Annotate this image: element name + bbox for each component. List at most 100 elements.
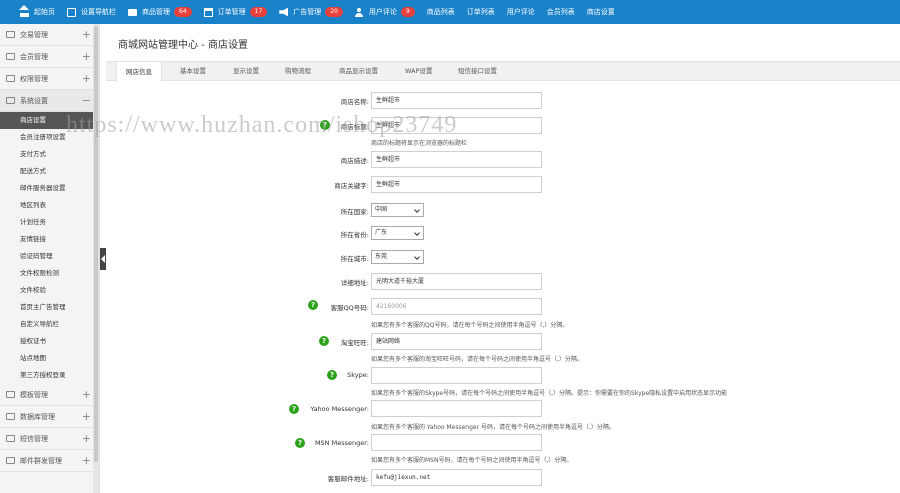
sidebar-group-templates[interactable]: 模板管理 + xyxy=(0,384,99,406)
sidebar-item-cron[interactable]: 计划任务 xyxy=(0,214,99,231)
nav-start-page[interactable]: 起始页 xyxy=(14,0,61,24)
help-icon[interactable]: ? xyxy=(289,404,299,414)
help-icon[interactable]: ? xyxy=(308,300,318,310)
sidebar-item-regions[interactable]: 地区列表 xyxy=(0,197,99,214)
main-content: 商城网站管理中心 - 商店设置 网店信息 基本设置 显示设置 购物流程 商品显示… xyxy=(106,24,900,493)
msn-hint: 如果您有多个客服的MSN号码，请在每个号码之间使用半角逗号（,）分隔。 xyxy=(371,457,573,464)
nav-ad-management[interactable]: 广告管理 20 xyxy=(273,0,349,24)
country-select[interactable]: 中国 xyxy=(371,203,424,217)
sidebar-item-mail-server[interactable]: 邮件服务器设置 xyxy=(0,180,99,197)
nav-goods-management[interactable]: 商品管理 64 xyxy=(122,0,198,24)
group-icon xyxy=(6,457,15,464)
sidebar-item-home-ads[interactable]: 首页主广告管理 xyxy=(0,299,99,316)
service-email-input[interactable]: kefu@jiexun.net xyxy=(371,469,542,486)
nav-label: 用户评论 xyxy=(506,8,535,16)
shop-desc-input[interactable]: 生鲜超市 xyxy=(371,151,542,168)
nav-user-comments-2[interactable]: 用户评论 xyxy=(501,0,541,24)
nav-order-list[interactable]: 订单列表 xyxy=(461,0,501,24)
skype-label: Skype: xyxy=(347,371,369,379)
help-icon[interactable]: ? xyxy=(327,370,337,380)
skype-input[interactable] xyxy=(371,367,542,384)
qq-input[interactable]: 42160006 xyxy=(371,298,542,315)
tab-basic-settings[interactable]: 基本设置 xyxy=(180,61,206,82)
tab-wap-settings[interactable]: WAP设置 xyxy=(405,61,432,82)
help-icon[interactable]: ? xyxy=(319,336,329,346)
sidebar-item-file-permissions[interactable]: 文件权限检测 xyxy=(0,265,99,282)
shop-keywords-input[interactable]: 生鲜超市 xyxy=(371,176,542,193)
home-icon xyxy=(19,4,29,17)
qq-hint: 如果您有多个客服的QQ号码，请在每个号码之间使用半角逗号（,）分隔。 xyxy=(371,322,569,329)
city-select[interactable]: 东莞 xyxy=(371,250,424,264)
help-icon[interactable]: ? xyxy=(295,438,305,448)
yahoo-input[interactable] xyxy=(371,400,542,417)
nav-order-management[interactable]: 订单管理 17 xyxy=(198,0,274,24)
sidebar-scroll-thumb[interactable] xyxy=(94,26,98,462)
tab-goods-display[interactable]: 商品显示设置 xyxy=(339,61,378,82)
sidebar-item-sitemap[interactable]: 站点地图 xyxy=(0,350,99,367)
address-input[interactable]: 光明大道千裕大厦 xyxy=(371,273,542,290)
wangwang-label: 淘宝旺旺: xyxy=(340,339,369,347)
group-icon xyxy=(6,435,15,442)
sidebar-group-mass-mail[interactable]: 邮件群发管理 + xyxy=(0,450,99,472)
sidebar-item-friend-links[interactable]: 友情链接 xyxy=(0,231,99,248)
group-label: 系统设置 xyxy=(20,96,48,105)
group-label: 数据库管理 xyxy=(20,412,55,421)
sidebar-item-captcha[interactable]: 验证码管理 xyxy=(0,248,99,265)
yahoo-hint: 如果您有多个客服的 Yahoo Messenger 号码，请在每个号码之间使用半… xyxy=(371,424,615,431)
expand-plus-icon: + xyxy=(81,72,91,85)
nav-label: 会员列表 xyxy=(546,8,575,16)
yahoo-label: Yahoo Messenger: xyxy=(310,405,369,413)
sidebar-group-sms[interactable]: 短信管理 + xyxy=(0,428,99,450)
nav-label: 起始页 xyxy=(34,8,55,16)
count-badge: 9 xyxy=(400,7,415,17)
nav-goods-list[interactable]: 商品列表 xyxy=(421,0,461,24)
sidebar-item-shop-settings[interactable]: 商店设置 xyxy=(0,112,99,129)
sidebar-group-trade[interactable]: 交易管理 + xyxy=(0,24,99,46)
expand-plus-icon: + xyxy=(81,410,91,423)
sidebar-group-members[interactable]: 会员管理 + xyxy=(0,46,99,68)
expand-plus-icon: + xyxy=(81,454,91,467)
wangwang-input[interactable]: 建站网络 xyxy=(371,333,542,350)
calendar-icon xyxy=(203,7,213,17)
tab-checkout-flow[interactable]: 购物流程 xyxy=(285,61,311,82)
nav-setup-navbar[interactable]: 设置导航栏 xyxy=(61,0,122,24)
msn-input[interactable] xyxy=(371,434,542,451)
top-navigation-bar: 起始页 设置导航栏 商品管理 64 订单管理 17 广告管理 20 用户评论 9 商品列… xyxy=(0,0,900,24)
tab-sms-settings[interactable]: 短信接口设置 xyxy=(458,61,497,82)
count-badge: 20 xyxy=(325,7,343,17)
nav-member-list[interactable]: 会员列表 xyxy=(541,0,581,24)
user-icon xyxy=(355,7,364,17)
shop-name-input[interactable]: 生鲜超市 xyxy=(371,92,542,109)
sidebar-item-payment[interactable]: 支付方式 xyxy=(0,146,99,163)
nav-shop-settings[interactable]: 商店设置 xyxy=(581,0,621,24)
shop-title-hint: 商店的标题将显示在浏览器的标题栏 xyxy=(371,140,468,147)
shop-desc-label: 商店描述: xyxy=(340,157,369,165)
sidebar-item-shipping[interactable]: 配送方式 xyxy=(0,163,99,180)
settings-tabs: 网店信息 基本设置 显示设置 购物流程 商品显示设置 WAP设置 短信接口设置 xyxy=(106,61,900,82)
group-label: 邮件群发管理 xyxy=(20,456,62,465)
sidebar-item-oauth-login[interactable]: 第三方授权登录 xyxy=(0,367,99,384)
tab-shop-info[interactable]: 网店信息 xyxy=(116,61,162,82)
page-title: 商城网站管理中心 - 商店设置 xyxy=(118,40,248,51)
tab-display-settings[interactable]: 显示设置 xyxy=(233,61,259,82)
group-label: 交易管理 xyxy=(20,30,48,39)
sidebar-item-custom-nav[interactable]: 自定义导航栏 xyxy=(0,316,99,333)
group-icon xyxy=(6,31,15,38)
sidebar-group-permissions[interactable]: 权限管理 + xyxy=(0,68,99,90)
nav-label: 用户评论 xyxy=(368,8,397,16)
sidebar-item-registration-fields[interactable]: 会员注册项设置 xyxy=(0,129,99,146)
province-select[interactable]: 广东 xyxy=(371,226,424,240)
province-label: 所在省份: xyxy=(340,231,369,239)
help-icon[interactable]: ? xyxy=(320,120,330,130)
sidebar-item-license[interactable]: 授权证书 xyxy=(0,333,99,350)
sidebar-item-file-check[interactable]: 文件校验 xyxy=(0,282,99,299)
sidebar-group-database[interactable]: 数据库管理 + xyxy=(0,406,99,428)
nav-label: 商店设置 xyxy=(586,8,615,16)
group-icon xyxy=(6,391,15,398)
shop-title-input[interactable]: 生鲜超市 xyxy=(371,117,542,134)
collapse-minus-icon: − xyxy=(81,94,91,107)
group-icon xyxy=(6,75,15,82)
megaphone-icon xyxy=(279,7,289,17)
nav-user-comments[interactable]: 用户评论 9 xyxy=(349,0,421,24)
sidebar-group-system-settings[interactable]: 系统设置 − xyxy=(0,90,99,112)
